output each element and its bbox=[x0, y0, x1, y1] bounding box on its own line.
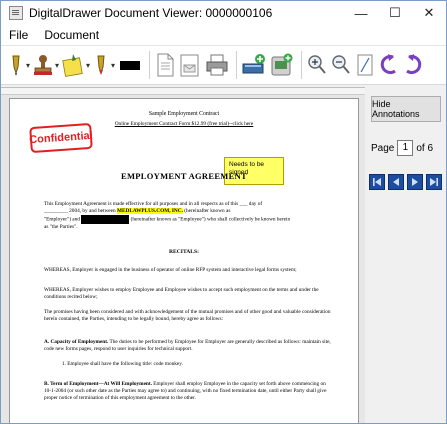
page-navigation bbox=[369, 174, 445, 190]
document-page: Sample Employment Contract Online Employ… bbox=[9, 98, 359, 423]
print-icon bbox=[206, 54, 228, 76]
rotate-right-icon bbox=[406, 54, 422, 75]
minimize-button[interactable]: — bbox=[344, 1, 378, 25]
zoom-out-button[interactable] bbox=[330, 49, 352, 81]
marker-icon bbox=[97, 55, 105, 75]
fit-page-icon bbox=[357, 54, 373, 76]
pen-icon bbox=[12, 55, 20, 76]
previous-page-button[interactable] bbox=[388, 174, 404, 190]
intro-known-as: (hereinafter known as bbox=[184, 207, 231, 214]
intro-line3: "Employer") and (hereinafter known as "E… bbox=[44, 214, 344, 224]
page-count: of 6 bbox=[416, 142, 434, 154]
window-title: DigitalDrawer Document Viewer: 000000010… bbox=[29, 6, 273, 20]
redact-tool-button[interactable] bbox=[117, 49, 143, 81]
previous-page-icon bbox=[393, 178, 399, 186]
section-b: B. Term of Employment—At Will Employment… bbox=[44, 381, 334, 402]
stamp-icon bbox=[34, 55, 53, 75]
page-button[interactable] bbox=[154, 49, 176, 81]
next-page-icon bbox=[412, 178, 418, 186]
scan-add-icon bbox=[242, 54, 266, 74]
sticky-note-icon bbox=[62, 54, 83, 77]
confidential-stamp[interactable]: Confidential bbox=[29, 122, 93, 154]
section-b-heading: B. Term of Employment—At Will Employment… bbox=[44, 381, 152, 387]
rotate-left-button[interactable] bbox=[378, 49, 400, 81]
first-page-button[interactable] bbox=[369, 174, 385, 190]
title-bar: DigitalDrawer Document Viewer: 000000010… bbox=[1, 1, 446, 25]
last-page-button[interactable] bbox=[426, 174, 442, 190]
whereas-1: WHEREAS, Employer is engaged in the busi… bbox=[44, 267, 297, 273]
dropdown-arrow-icon[interactable]: ▾ bbox=[55, 61, 59, 70]
menu-file[interactable]: File bbox=[1, 28, 36, 42]
side-panel: Hide Annotations Page 1 of 6 bbox=[365, 87, 446, 423]
intro-line4: as "the Parties". bbox=[44, 223, 78, 230]
zoom-in-icon bbox=[308, 55, 326, 74]
doc-paragraph-intro: This Employment Agreement is made effect… bbox=[44, 201, 344, 231]
scan-device-icon bbox=[271, 53, 293, 76]
company-highlight: MEDLAWPLUS.COM, INC. bbox=[116, 207, 183, 214]
maximize-button[interactable]: ☐ bbox=[378, 1, 412, 25]
page-export-button[interactable] bbox=[178, 49, 202, 81]
document-viewport[interactable]: Sample Employment Contract Online Employ… bbox=[1, 87, 365, 423]
dropdown-arrow-icon[interactable]: ▾ bbox=[86, 61, 90, 70]
redaction-box[interactable] bbox=[81, 214, 130, 224]
intro-employee: (hereinafter known as "Employee") who sh… bbox=[130, 216, 291, 223]
toolbar-separator bbox=[301, 51, 303, 79]
whereas-2: WHEREAS, Employer wishes to employ Emplo… bbox=[44, 287, 319, 300]
sticky-note-tool-button[interactable]: ▾ bbox=[61, 49, 90, 81]
fit-page-button[interactable] bbox=[354, 49, 376, 81]
menu-document[interactable]: Document bbox=[36, 28, 107, 42]
recitals-heading: RECITALS: bbox=[168, 249, 200, 255]
first-page-icon bbox=[373, 178, 381, 186]
redact-icon bbox=[120, 61, 141, 70]
dropdown-arrow-icon[interactable]: ▾ bbox=[111, 61, 115, 70]
hide-annotations-button[interactable]: Hide Annotations bbox=[371, 96, 441, 122]
horizontal-scrollbar[interactable] bbox=[1, 88, 365, 95]
zoom-in-button[interactable] bbox=[306, 49, 328, 81]
toolbar-separator bbox=[149, 51, 151, 79]
rotate-right-button[interactable] bbox=[402, 49, 424, 81]
page-number-input[interactable]: 1 bbox=[397, 140, 414, 156]
stamp-tool-button[interactable]: ▾ bbox=[32, 49, 59, 81]
doc-title: EMPLOYMENT AGREEMENT bbox=[120, 171, 248, 181]
app-icon bbox=[9, 6, 23, 20]
rotate-left-icon bbox=[380, 54, 396, 75]
intro-line1: This Employment Agreement is made effect… bbox=[44, 201, 263, 207]
page-icon bbox=[157, 53, 174, 77]
intro-line2: _________ 2004, by and between MEDLAWPLU… bbox=[44, 207, 344, 215]
intro-employer: "Employer") and bbox=[44, 216, 80, 223]
last-page-icon bbox=[430, 178, 438, 186]
page-export-icon bbox=[180, 54, 199, 77]
page-label: Page bbox=[371, 142, 395, 154]
item-1: 1. Employee shall have the following tit… bbox=[62, 361, 183, 367]
section-a: A. Capacity of Employment. The duties to… bbox=[44, 339, 334, 353]
menu-bar: File Document bbox=[1, 25, 446, 46]
zoom-out-icon bbox=[332, 55, 350, 74]
pen-tool-button[interactable]: ▾ bbox=[7, 49, 30, 81]
close-button[interactable]: ✕ bbox=[412, 1, 446, 25]
app-window: DigitalDrawer Document Viewer: 000000010… bbox=[0, 0, 447, 424]
marker-tool-button[interactable]: ▾ bbox=[92, 49, 115, 81]
dropdown-arrow-icon[interactable]: ▾ bbox=[26, 61, 30, 70]
intro-date-text: _________ 2004, by and between bbox=[44, 207, 116, 214]
scan-device-button[interactable] bbox=[269, 49, 295, 81]
doc-header-line1: Sample Employment Contract bbox=[148, 111, 220, 117]
promises-paragraph: The promises having been considered and … bbox=[44, 309, 331, 322]
scan-add-button[interactable] bbox=[241, 49, 267, 81]
print-button[interactable] bbox=[204, 49, 230, 81]
window-controls: — ☐ ✕ bbox=[344, 1, 446, 25]
page-indicator: Page 1 of 6 bbox=[371, 140, 433, 156]
section-a-heading: A. Capacity of Employment. bbox=[44, 339, 109, 345]
toolbar: ▾ ▾ ▾ ▾ bbox=[1, 46, 446, 85]
toolbar-separator bbox=[236, 51, 238, 79]
next-page-button[interactable] bbox=[407, 174, 423, 190]
